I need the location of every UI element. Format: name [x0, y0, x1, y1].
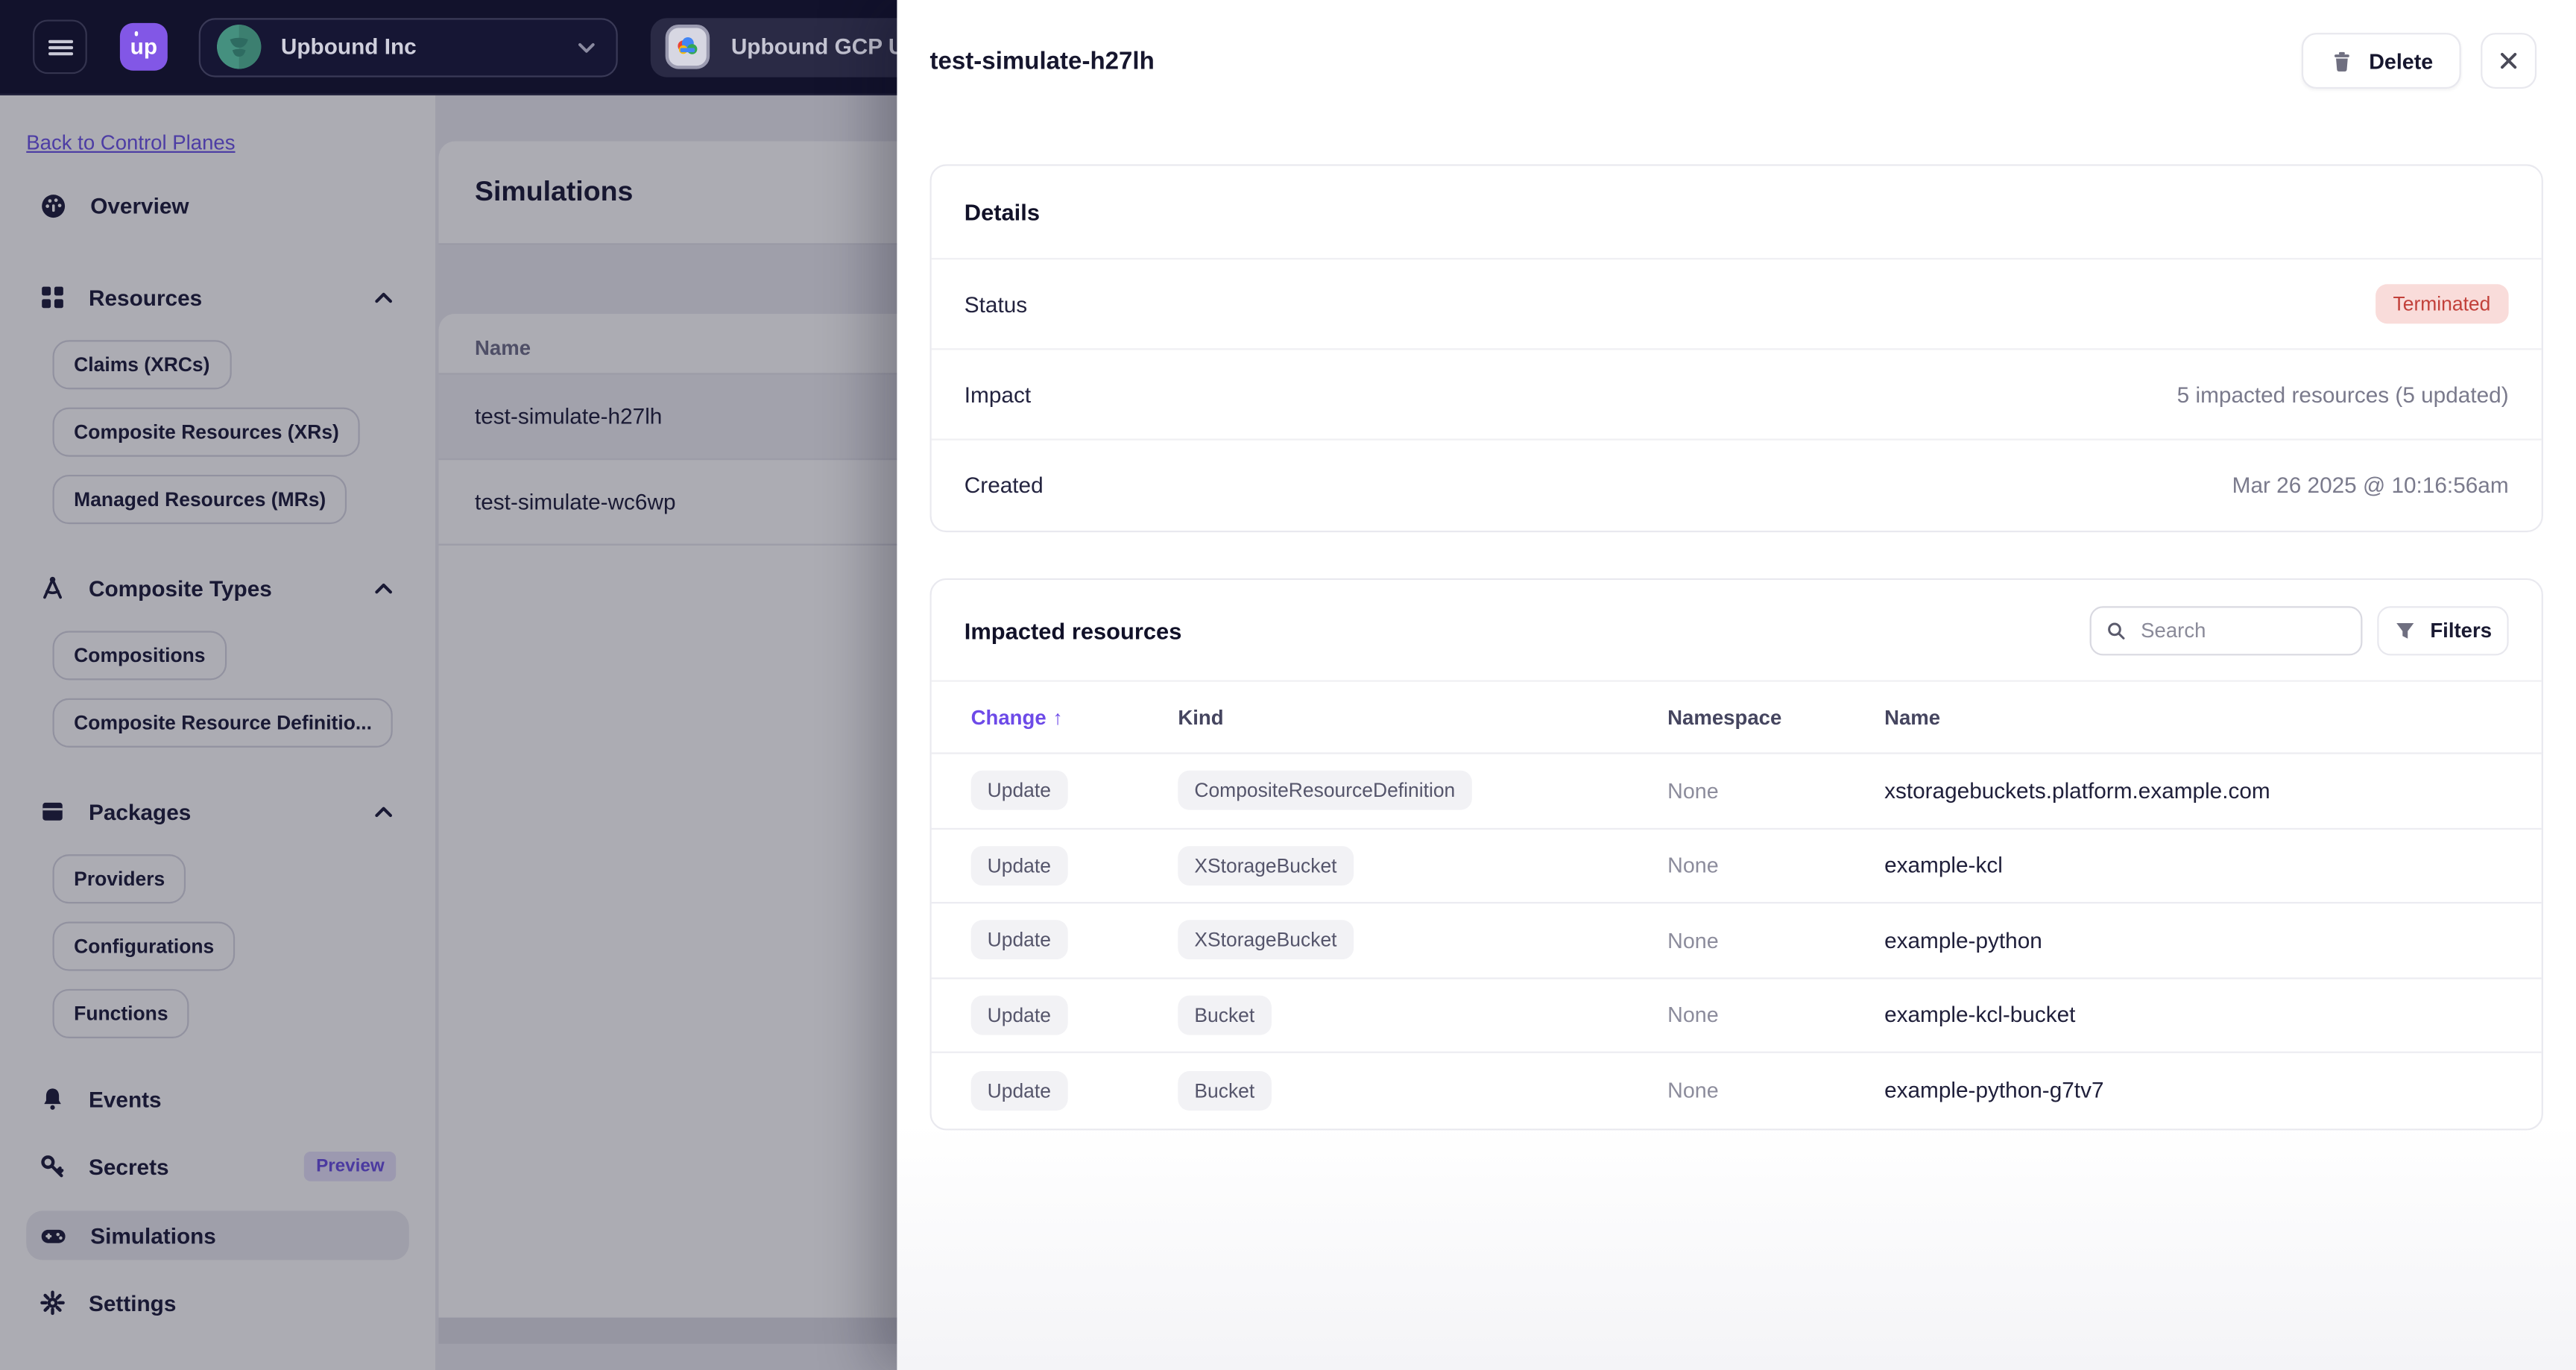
- change-tag: Update: [970, 771, 1067, 811]
- column-header-namespace[interactable]: Namespace: [1667, 706, 1884, 729]
- change-tag: Update: [970, 995, 1067, 1035]
- chevron-down-icon: [578, 42, 595, 52]
- kind-tag: Bucket: [1178, 995, 1272, 1035]
- upbound-logo[interactable]: up: [119, 22, 168, 71]
- search-icon: [2108, 622, 2125, 639]
- column-header-change[interactable]: Change ↑: [971, 706, 1178, 729]
- organization-selector[interactable]: Upbound Inc: [198, 17, 618, 77]
- close-panel-button[interactable]: [2481, 33, 2537, 89]
- column-header-name[interactable]: Name: [1884, 706, 2542, 729]
- change-tag: Update: [970, 845, 1067, 886]
- status-label: Status: [964, 291, 1028, 317]
- organization-name: Upbound Inc: [280, 34, 417, 60]
- change-tag: Update: [970, 920, 1067, 960]
- namespace-value: None: [1667, 1078, 1719, 1103]
- filters-button[interactable]: Filters: [2377, 605, 2509, 655]
- hamburger-menu-button[interactable]: [33, 19, 87, 75]
- upbound-logo-text: up: [130, 34, 158, 60]
- panel-header: test-simulate-h27lh Delete: [897, 0, 2576, 121]
- created-label: Created: [964, 473, 1044, 498]
- table-row[interactable]: Update CompositeResourceDefinition None …: [931, 754, 2542, 829]
- details-title: Details: [964, 198, 1041, 225]
- controlplane-name: Upbound GCP U: [730, 34, 905, 60]
- namespace-value: None: [1667, 927, 1719, 953]
- impact-row: Impact 5 impacted resources (5 updated): [931, 350, 2542, 441]
- namespace-value: None: [1667, 1003, 1719, 1028]
- simulation-detail-panel: test-simulate-h27lh Delete Details Statu…: [897, 0, 2576, 1370]
- search-input[interactable]: [2137, 616, 2346, 643]
- status-row: Status Terminated: [931, 259, 2542, 350]
- resource-name: example-kcl: [1884, 853, 2003, 878]
- column-header-kind[interactable]: Kind: [1178, 706, 1667, 729]
- table-row[interactable]: Update XStorageBucket None example-kcl: [931, 829, 2542, 904]
- organization-avatar: [216, 25, 262, 69]
- kind-tag: Bucket: [1178, 1070, 1272, 1111]
- table-row[interactable]: Update Bucket None example-kcl-bucket: [931, 979, 2542, 1053]
- table-row[interactable]: Update XStorageBucket None example-pytho…: [931, 903, 2542, 979]
- namespace-value: None: [1667, 778, 1719, 804]
- sort-ascending-icon: ↑: [1052, 705, 1063, 729]
- resource-name: example-python-g7tv7: [1884, 1078, 2104, 1103]
- created-value: Mar 26 2025 @ 10:16:56am: [2232, 473, 2509, 498]
- gcp-logo-icon: [665, 25, 710, 69]
- impact-value: 5 impacted resources (5 updated): [2176, 382, 2509, 407]
- overlay-scrim[interactable]: [0, 95, 897, 1370]
- change-tag: Update: [970, 1070, 1067, 1111]
- delete-button-label: Delete: [2369, 48, 2434, 74]
- panel-title: test-simulate-h27lh: [929, 46, 1155, 75]
- app-viewport: up Upbound Inc Upbound GCP U Back to Con…: [0, 0, 2576, 1370]
- resource-name: xstoragebuckets.platform.example.com: [1884, 778, 2270, 804]
- details-card: Details Status Terminated Impact 5 impac…: [929, 164, 2543, 533]
- table-row[interactable]: Update Bucket None example-python-g7tv7: [932, 1053, 2542, 1128]
- search-box[interactable]: [2089, 605, 2363, 655]
- close-icon: [2501, 52, 2517, 69]
- kind-tag: CompositeResourceDefinition: [1178, 771, 1472, 811]
- trash-icon: [2334, 51, 2349, 71]
- impacted-resources-title: Impacted resources: [964, 616, 1182, 643]
- details-card-header: Details: [931, 166, 2542, 260]
- resource-name: example-python: [1884, 927, 2042, 953]
- created-row: Created Mar 26 2025 @ 10:16:56am: [932, 441, 2542, 531]
- upbound-logo-dot: [133, 31, 139, 36]
- kind-tag: XStorageBucket: [1178, 920, 1354, 960]
- hamburger-icon: [47, 39, 72, 55]
- status-badge: Terminated: [2375, 284, 2509, 324]
- kind-tag: XStorageBucket: [1178, 845, 1354, 886]
- filters-button-label: Filters: [2430, 618, 2493, 642]
- impacted-resources-card: Impacted resources Filters: [929, 578, 2543, 1130]
- namespace-value: None: [1667, 853, 1719, 878]
- impacted-table-header: Change ↑ Kind Namespace Name: [931, 682, 2542, 754]
- delete-button[interactable]: Delete: [2301, 33, 2461, 89]
- impact-label: Impact: [964, 382, 1032, 407]
- filter-funnel-icon: [2396, 622, 2414, 638]
- impacted-resources-header: Impacted resources Filters: [931, 580, 2542, 682]
- resource-name: example-kcl-bucket: [1884, 1003, 2076, 1028]
